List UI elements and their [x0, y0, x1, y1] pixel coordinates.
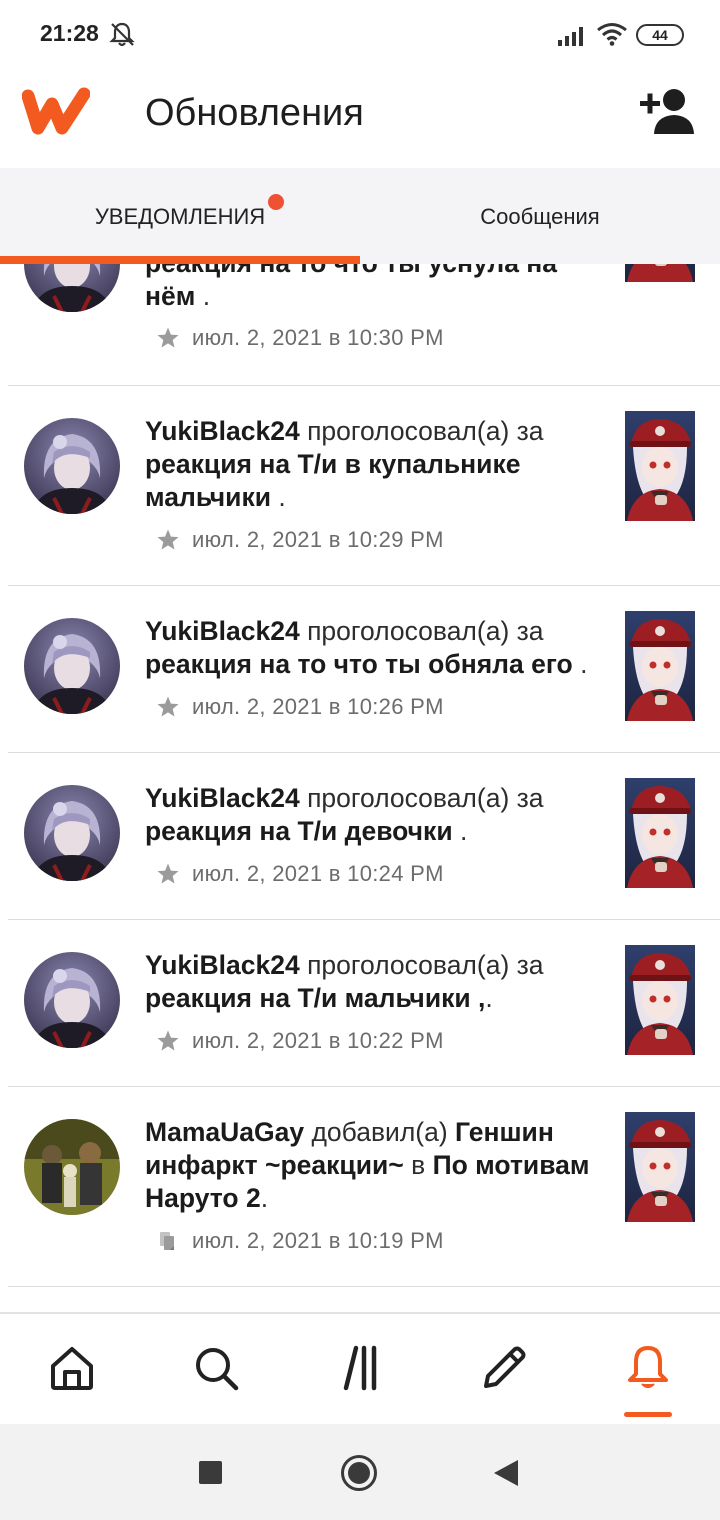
avatar[interactable]	[24, 952, 120, 1048]
notification-text: реакция на то что ты уснула на нём .	[145, 264, 605, 313]
notification-meta: июл. 2, 2021 в 10:24 PM	[156, 859, 444, 889]
notification-suffix: .	[485, 983, 493, 1013]
write-icon[interactable]	[480, 1344, 528, 1392]
notification-suffix: .	[452, 816, 468, 846]
notification-meta: июл. 2, 2021 в 10:29 PM	[156, 525, 444, 555]
user-name[interactable]: YukiBlack24	[145, 616, 300, 646]
reading-list-icon	[160, 1232, 174, 1250]
notification-action: проголосовал(а) за	[299, 616, 544, 646]
timestamp: июл. 2, 2021 в 10:30 PM	[192, 325, 444, 350]
star-icon	[157, 529, 179, 550]
bell-off-icon	[109, 22, 135, 47]
story-cover[interactable]	[625, 945, 695, 1055]
app-header: Обновления	[0, 68, 720, 168]
home-icon[interactable]	[48, 1344, 96, 1392]
timestamp: июл. 2, 2021 в 10:19 PM	[192, 1228, 444, 1253]
story-title[interactable]: реакция на Т/и девочки	[145, 816, 453, 846]
tab-notifications[interactable]: УВЕДОМЛЕНИЯ	[0, 168, 360, 264]
notification-meta: июл. 2, 2021 в 10:30 PM	[156, 323, 444, 353]
notification-suffix: .	[271, 482, 286, 512]
list-item[interactable]: YukiBlack24 проголосовал(а) за реакция н…	[0, 586, 720, 753]
wattpad-logo[interactable]	[22, 86, 90, 136]
status-bar: 21:28 44	[0, 0, 720, 68]
user-name[interactable]: YukiBlack24	[145, 783, 300, 813]
back-button[interactable]	[494, 1460, 518, 1486]
list-item[interactable]: YukiBlack24 проголосовал(а) за реакция н…	[0, 753, 720, 920]
notification-suffix: .	[572, 649, 588, 679]
battery-level: 44	[652, 27, 668, 43]
list-item[interactable]: реакция на то что ты уснула на нём . июл…	[0, 264, 720, 386]
user-name[interactable]: MamaUaGay	[145, 1117, 304, 1147]
system-nav-bar	[0, 1424, 720, 1520]
story-cover[interactable]	[625, 264, 695, 282]
star-icon	[157, 1030, 179, 1051]
list-item[interactable]: MamaUaGay добавил(а) Геншин инфаркт ~реа…	[0, 1087, 720, 1287]
home-button[interactable]	[341, 1455, 377, 1491]
star-icon	[157, 696, 179, 717]
avatar[interactable]	[24, 418, 120, 514]
story-title[interactable]: реакция на Т/и мальчики ,	[145, 983, 485, 1013]
search-icon[interactable]	[192, 1344, 240, 1392]
notification-action: проголосовал(а) за	[299, 950, 544, 980]
unread-badge	[268, 194, 284, 210]
timestamp: июл. 2, 2021 в 10:22 PM	[192, 1028, 444, 1053]
notification-meta: июл. 2, 2021 в 10:22 PM	[156, 1026, 444, 1056]
notification-action: добавил(а)	[304, 1117, 456, 1147]
active-tab-indicator	[0, 256, 360, 264]
library-icon[interactable]	[336, 1344, 384, 1392]
notification-action: проголосовал(а) за	[299, 783, 544, 813]
notification-list[interactable]: реакция на то что ты уснула на нём . июл…	[0, 264, 720, 1312]
signal-icon	[558, 27, 583, 46]
avatar[interactable]	[24, 618, 120, 714]
wifi-icon	[597, 23, 627, 46]
list-item[interactable]: YukiBlack24 проголосовал(а) за реакция н…	[0, 386, 720, 586]
notification-meta: июл. 2, 2021 в 10:19 PM	[156, 1226, 444, 1256]
star-icon	[157, 863, 179, 884]
notification-text: YukiBlack24 проголосовал(а) за реакция н…	[145, 782, 605, 848]
notification-tabs: УВЕДОМЛЕНИЯ Сообщения	[0, 168, 720, 264]
timestamp: июл. 2, 2021 в 10:26 PM	[192, 694, 444, 719]
notification-suffix: .	[260, 1183, 269, 1213]
notification-text: MamaUaGay добавил(а) Геншин инфаркт ~реа…	[145, 1116, 605, 1215]
avatar[interactable]	[24, 264, 120, 312]
tab-messages-label: Сообщения	[480, 204, 600, 229]
active-nav-indicator	[624, 1412, 672, 1417]
user-name[interactable]: YukiBlack24	[145, 950, 300, 980]
bottom-nav	[0, 1312, 720, 1424]
story-cover[interactable]	[625, 778, 695, 888]
list-item[interactable]: YukiBlack24 проголосовал(а) за реакция н…	[0, 920, 720, 1087]
story-cover[interactable]	[625, 1112, 695, 1222]
tab-messages[interactable]: Сообщения	[360, 168, 720, 264]
star-icon	[157, 327, 179, 348]
notifications-icon[interactable]	[624, 1344, 672, 1392]
tab-notifications-label: УВЕДОМЛЕНИЯ	[94, 204, 266, 229]
story-cover[interactable]	[625, 611, 695, 721]
page-title: Обновления	[145, 92, 364, 134]
notification-text: YukiBlack24 проголосовал(а) за реакция н…	[145, 615, 610, 681]
battery-indicator: 44	[636, 24, 684, 46]
avatar[interactable]	[24, 785, 120, 881]
story-cover[interactable]	[625, 411, 695, 521]
add-friend-icon[interactable]	[640, 88, 696, 134]
status-time: 21:28	[40, 20, 99, 46]
avatar[interactable]	[24, 1119, 120, 1215]
user-name[interactable]: YukiBlack24	[145, 416, 300, 446]
story-title[interactable]: реакция на Т/и в купальнике мальчики	[145, 449, 520, 512]
timestamp: июл. 2, 2021 в 10:29 PM	[192, 527, 444, 552]
notification-action: проголосовал(а) за	[299, 416, 544, 446]
divider	[8, 1286, 720, 1287]
notification-connector: в	[403, 1150, 433, 1180]
notification-suffix: .	[195, 281, 211, 311]
story-title[interactable]: реакция на то что ты обняла его	[145, 649, 573, 679]
notification-meta: июл. 2, 2021 в 10:26 PM	[156, 692, 444, 722]
timestamp: июл. 2, 2021 в 10:24 PM	[192, 861, 444, 886]
notification-text: YukiBlack24 проголосовал(а) за реакция н…	[145, 415, 605, 514]
recent-apps-button[interactable]	[199, 1461, 222, 1484]
notification-text: YukiBlack24 проголосовал(а) за реакция н…	[145, 949, 605, 1015]
